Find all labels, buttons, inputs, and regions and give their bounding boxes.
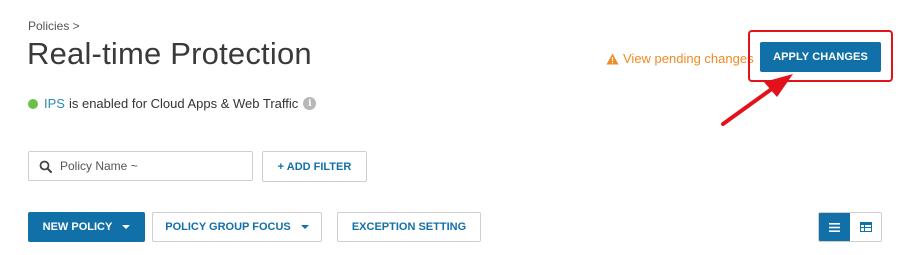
policy-group-focus-button[interactable]: POLICY GROUP FOCUS: [152, 212, 322, 242]
status-dot-icon: [28, 98, 38, 109]
ips-status: IPS is enabled for Cloud Apps & Web Traf…: [28, 96, 317, 111]
new-policy-label: NEW POLICY: [42, 221, 113, 233]
breadcrumb[interactable]: Policies >: [28, 19, 80, 33]
policy-search[interactable]: [28, 151, 253, 181]
view-pending-changes-link[interactable]: View pending changes: [606, 51, 754, 66]
search-input[interactable]: [58, 158, 242, 174]
status-text: is enabled for Cloud Apps & Web Traffic: [68, 96, 299, 111]
apply-changes-button[interactable]: APPLY CHANGES: [760, 42, 881, 72]
page-title: Real-time Protection: [27, 36, 312, 71]
view-toggle: [818, 212, 882, 242]
add-filter-button[interactable]: + ADD FILTER: [262, 151, 367, 182]
warning-icon: [606, 53, 619, 64]
table-view-icon: [859, 222, 872, 232]
policy-group-focus-label: POLICY GROUP FOCUS: [165, 221, 291, 233]
list-view-icon: [829, 222, 840, 232]
list-view-button[interactable]: [819, 213, 850, 241]
ips-link[interactable]: IPS: [44, 96, 65, 111]
info-icon[interactable]: i: [303, 97, 317, 110]
exception-setting-button[interactable]: EXCEPTION SETTING: [337, 212, 481, 242]
new-policy-button[interactable]: NEW POLICY: [28, 212, 145, 242]
chevron-down-icon: [300, 225, 309, 229]
chevron-down-icon: [122, 225, 131, 229]
search-icon: [39, 160, 52, 173]
pending-label: View pending changes: [623, 51, 754, 66]
table-view-button[interactable]: [850, 213, 881, 241]
annotation-arrow-icon: [721, 74, 793, 126]
